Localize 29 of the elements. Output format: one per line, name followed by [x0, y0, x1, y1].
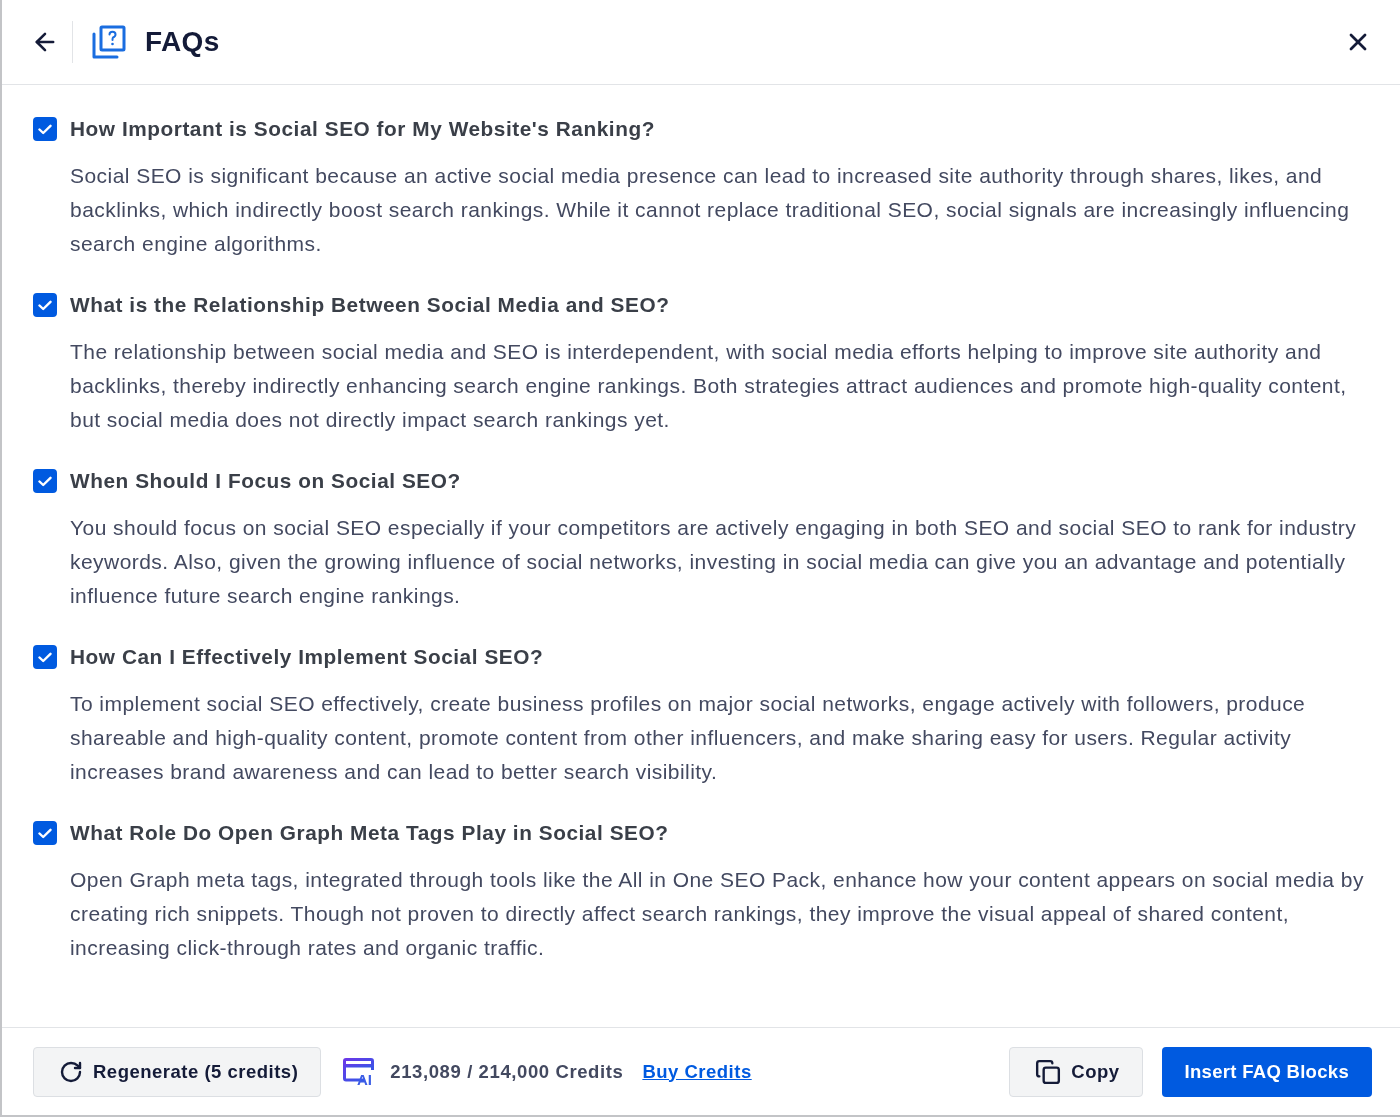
faq-answer: Social SEO is significant because an active social media presence can lead to increased site authority through shares, likes, and backlinks, which indirectly boost search rankings. While it cannot replace traditional SEO, social signals are increasingly influencing search engine algorithms. — [70, 163, 1351, 257]
insert-faq-blocks-button[interactable]: Insert FAQ Blocks — [1161, 1046, 1372, 1097]
faq-answer: The relationship between social media and SEO is interdependent, with social media efforts helping to improve site authority and backlinks, thereby indirectly enhancing search engine rankings. Both strategies attract audiences and promote high-quality content, but social media does not directly impact search rankings yet. — [70, 339, 1348, 433]
checkbox[interactable] — [33, 821, 57, 845]
regenerate-button[interactable]: Regenerate (5 credits) — [33, 1046, 322, 1097]
faq-question: How Important is Social SEO for My Website's Ranking? — [70, 117, 655, 141]
faq-question: What is the Relationship Between Social Media and SEO? — [70, 293, 670, 317]
checkbox[interactable] — [33, 117, 57, 141]
copy-icon — [1035, 1058, 1062, 1085]
checkbox[interactable] — [33, 293, 57, 317]
faq-answer: Open Graph meta tags, integrated through tools like the All in One SEO Pack, enhance how your content appears on social media by creating rich snippets. Though not proven to directly affect search rankings, they improve the visual appeal of shared content, increasing click-through rates and organic traffic. — [70, 867, 1365, 961]
checkmark-icon — [38, 299, 52, 311]
faq-question: What Role Do Open Graph Meta Tags Play in Social SEO? — [70, 821, 669, 845]
faq-answer: You should focus on social SEO especially if your competitors are actively engaging in both SEO and social SEO to rank for industry keywords. Also, given the growing influence of social networks, investing in social media can give you an advantage and potentially influence future search engine rankings. — [70, 515, 1358, 609]
buy-credits-link[interactable]: Buy Credits — [642, 1060, 752, 1083]
dialog-title: FAQs — [145, 26, 221, 58]
copy-button[interactable]: Copy — [1009, 1046, 1143, 1097]
checkbox[interactable] — [33, 469, 57, 493]
checkmark-icon — [38, 123, 52, 135]
credits-balance: 213,089 / 214,000 Credits — [390, 1060, 624, 1083]
checkmark-icon — [38, 827, 52, 839]
faq-answer: To implement social SEO effectively, create business profiles on major social networks, engage actively with followers, produce shareable and high-quality content, promote content from other influencers, and make sharing easy for users. Regular activity increases brand awareness and can lead to better search visibility. — [70, 691, 1307, 785]
checkmark-icon — [38, 651, 52, 663]
checkmark-icon — [38, 475, 52, 487]
faq-question: How Can I Effectively Implement Social SEO? — [70, 645, 544, 669]
checkbox[interactable] — [33, 645, 57, 669]
question-cards-icon — [92, 25, 126, 59]
refresh-icon — [59, 1059, 83, 1084]
faq-question: When Should I Focus on Social SEO? — [70, 469, 461, 493]
